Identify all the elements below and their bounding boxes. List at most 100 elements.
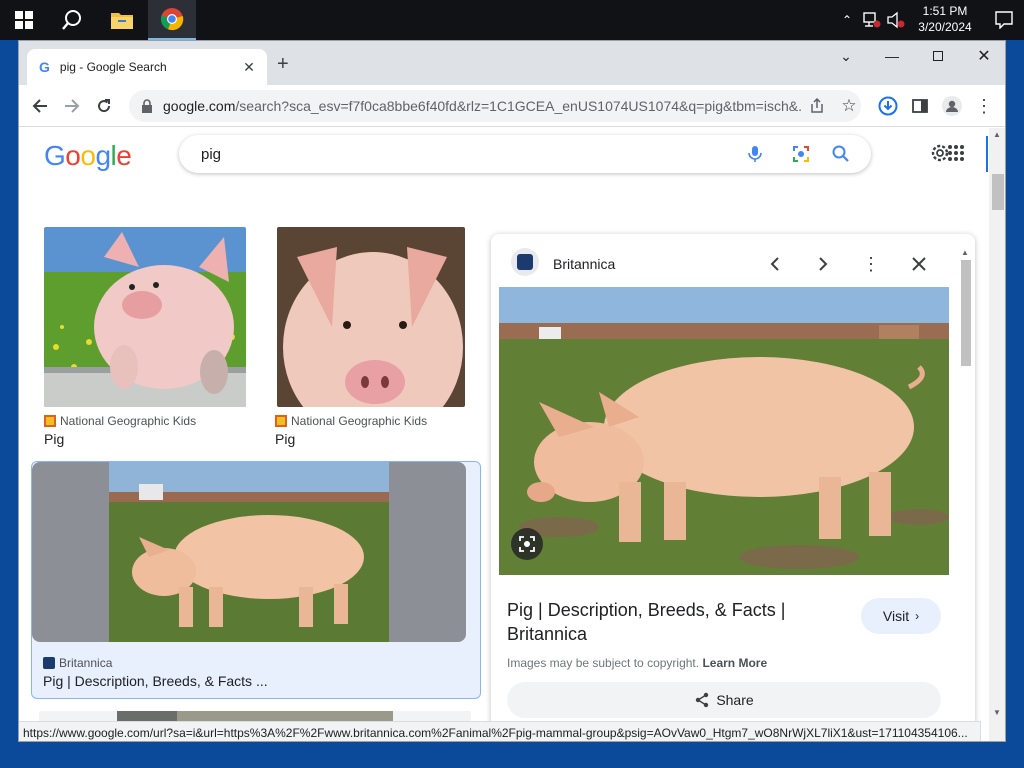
taskbar-search-button[interactable] — [48, 0, 96, 40]
britannica-favicon-icon — [43, 657, 55, 669]
pig-image — [499, 287, 949, 575]
more-vert-icon: ⋮ — [862, 253, 880, 274]
result-source: National Geographic Kids — [275, 414, 427, 428]
chrome-menu-button[interactable]: ⋮ — [969, 91, 999, 121]
forward-button[interactable] — [57, 91, 87, 121]
search-box[interactable]: pig — [179, 135, 871, 173]
preview-image[interactable] — [499, 287, 949, 575]
maximize-button[interactable] — [915, 41, 961, 71]
file-explorer-button[interactable] — [98, 0, 146, 40]
natgeo-kids-favicon-icon — [44, 415, 56, 427]
result-thumbnail[interactable] — [32, 462, 466, 642]
folder-icon — [111, 13, 133, 29]
panel-source-name[interactable]: Britannica — [553, 256, 615, 272]
search-submit-icon[interactable] — [831, 144, 851, 164]
google-logo[interactable]: Google — [44, 140, 132, 172]
previous-image-button[interactable] — [759, 248, 791, 280]
downloads-button[interactable] — [873, 91, 903, 121]
share-label: Share — [716, 692, 754, 708]
next-image-button[interactable] — [807, 248, 839, 280]
volume-muted-icon[interactable] — [886, 11, 906, 29]
more-options-button[interactable]: ⋮ — [855, 248, 887, 280]
close-panel-button[interactable] — [903, 248, 935, 280]
arrow-left-icon — [32, 99, 47, 113]
result-source: National Geographic Kids — [44, 414, 196, 428]
chevron-left-icon — [770, 257, 779, 271]
reload-button[interactable] — [89, 91, 119, 121]
clock-time: 1:51 PM — [922, 4, 968, 18]
clock[interactable]: 1:51 PM 3/20/2024 — [910, 3, 980, 35]
lock-icon — [142, 99, 152, 113]
panel-scrollbar-thumb[interactable] — [961, 260, 971, 366]
tab-title: pig - Google Search — [59, 60, 167, 74]
share-icon — [696, 692, 709, 708]
share-button[interactable]: Share — [507, 682, 941, 718]
scroll-down-icon[interactable]: ▼ — [993, 708, 1001, 717]
visit-button[interactable]: Visit › — [861, 598, 941, 634]
scroll-up-icon[interactable]: ▲ — [961, 248, 969, 257]
scroll-up-icon[interactable]: ▲ — [993, 130, 1001, 139]
microphone-icon[interactable] — [745, 144, 765, 164]
browser-toolbar: google.com/search?sca_esv=f7f0ca8bbe6f40… — [19, 85, 1005, 127]
lens-icon — [519, 536, 535, 552]
result-source: Britannica — [43, 656, 112, 670]
close-window-button[interactable]: ✕ — [961, 41, 1005, 71]
copyright-notice: Images may be subject to copyright. Lear… — [507, 656, 767, 670]
clock-date: 3/20/2024 — [918, 20, 972, 34]
google-images-page: Google pig National Geographic Kids Pig … — [19, 128, 989, 741]
close-icon — [912, 257, 926, 271]
close-tab-icon[interactable]: ✕ — [241, 59, 257, 76]
lens-camera-icon[interactable] — [791, 144, 811, 164]
star-icon: ☆ — [841, 96, 857, 115]
chevron-right-icon — [819, 257, 828, 271]
result-source-name: Britannica — [59, 656, 113, 670]
windows-icon — [15, 11, 33, 29]
page-scrollbar[interactable]: ▲ ▼ — [989, 128, 1005, 741]
tab-strip: G pig - Google Search ✕ + ⌄ — ✕ — [19, 41, 1005, 85]
panel-title[interactable]: Pig | Description, Breeds, & Facts | Bri… — [507, 598, 827, 646]
avatar-icon — [942, 96, 962, 116]
result-title[interactable]: Pig | Description, Breeds, & Facts ... — [43, 673, 268, 689]
result-source-name: National Geographic Kids — [60, 414, 197, 428]
minimize-icon: — — [885, 48, 899, 64]
side-panel-icon — [912, 99, 928, 113]
minimize-button[interactable]: — — [869, 41, 915, 71]
learn-more-link[interactable]: Learn More — [702, 656, 767, 670]
search-inside-image-button[interactable] — [511, 528, 543, 560]
natgeo-kids-favicon-icon — [275, 415, 287, 427]
result-thumbnail[interactable] — [44, 227, 246, 407]
reload-icon — [98, 99, 111, 113]
close-icon: ✕ — [977, 48, 991, 65]
network-icon[interactable] — [862, 11, 882, 29]
chevron-down-icon: ⌄ — [840, 47, 852, 64]
tab-search-button[interactable]: ⌄ — [823, 41, 869, 71]
page-scrollbar-thumb[interactable] — [992, 174, 1004, 210]
result-title[interactable]: Pig — [44, 431, 64, 447]
url-text: google.com/search?sca_esv=f7f0ca8bbe6f40… — [163, 98, 803, 114]
result-thumbnail[interactable] — [277, 227, 465, 407]
download-icon — [878, 96, 898, 116]
bookmark-button[interactable]: ☆ — [839, 96, 859, 116]
back-button[interactable] — [25, 91, 55, 121]
britannica-logo-icon — [511, 248, 539, 276]
start-button[interactable] — [0, 0, 48, 40]
share-page-button[interactable] — [807, 96, 827, 116]
google-apps-icon[interactable] — [947, 144, 965, 162]
side-panel-button[interactable] — [905, 91, 935, 121]
notifications-button[interactable] — [984, 0, 1024, 40]
selected-image-result[interactable]: Britannica Pig | Description, Breeds, & … — [31, 461, 481, 699]
chrome-taskbar-button[interactable] — [148, 0, 196, 40]
google-favicon-icon: G — [39, 59, 50, 75]
new-tab-button[interactable]: + — [277, 53, 289, 76]
taskbar: ⌃ 1:51 PM 3/20/2024 — [0, 0, 1024, 40]
search-input[interactable]: pig — [201, 146, 221, 163]
url-host: google.com — [163, 98, 236, 114]
address-bar[interactable]: google.com/search?sca_esv=f7f0ca8bbe6f40… — [129, 90, 861, 122]
panel-scrollbar[interactable]: ▲ ▼ — [959, 248, 971, 741]
result-title[interactable]: Pig — [275, 431, 295, 447]
account-indicator — [986, 136, 988, 172]
pig-image — [109, 462, 389, 642]
chevron-up-icon[interactable]: ⌃ — [838, 13, 856, 27]
tab-google-search[interactable]: G pig - Google Search ✕ — [27, 49, 267, 85]
profile-button[interactable] — [937, 91, 967, 121]
